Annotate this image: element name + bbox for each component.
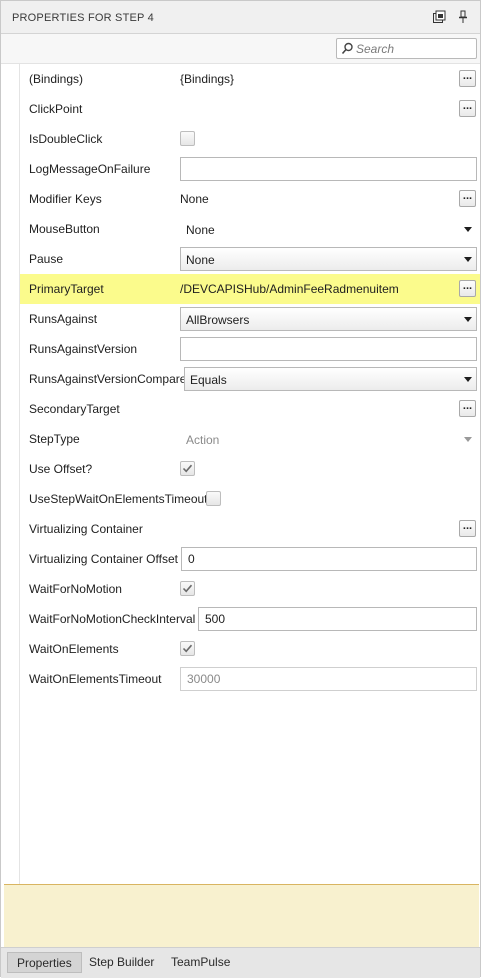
waitonelementstimeout-input[interactable] bbox=[180, 667, 477, 691]
property-row-secondarytarget: SecondaryTarget ... bbox=[20, 394, 480, 424]
property-row-mousebutton: MouseButton None bbox=[20, 214, 480, 244]
property-label: UseStepWaitOnElementsTimeout bbox=[29, 492, 208, 506]
chevron-down-icon bbox=[464, 377, 472, 382]
tab-teampulse[interactable]: TeamPulse bbox=[162, 952, 239, 973]
property-value: {Bindings} bbox=[180, 72, 235, 86]
search-input[interactable] bbox=[356, 40, 474, 57]
property-label: Use Offset? bbox=[29, 462, 93, 476]
logmessageonfailure-input[interactable] bbox=[180, 157, 477, 181]
dropdown-value: Equals bbox=[190, 373, 227, 387]
ellipsis-button[interactable]: ... bbox=[459, 70, 476, 87]
property-label: RunsAgainstVersion bbox=[29, 342, 138, 356]
property-label: MouseButton bbox=[29, 222, 100, 236]
runsagainstversioncompare-dropdown[interactable]: Equals bbox=[184, 367, 477, 391]
property-label: Pause bbox=[29, 252, 64, 266]
properties-panel: PROPERTIES FOR STEP 4 Search (Bindings) … bbox=[0, 0, 481, 978]
property-row-waitonelements: WaitOnElements bbox=[20, 634, 480, 664]
property-label: Virtualizing Container Offset bbox=[29, 552, 178, 566]
property-row-runsagainstversion: RunsAgainstVersion bbox=[20, 334, 480, 364]
steptype-dropdown: Action bbox=[180, 427, 477, 451]
property-label: LogMessageOnFailure bbox=[29, 162, 151, 176]
property-row-bindings: (Bindings) {Bindings} ... bbox=[20, 64, 480, 94]
property-label: WaitOnElements bbox=[29, 642, 119, 656]
property-label: Virtualizing Container bbox=[29, 522, 143, 536]
property-row-virtualizingcontainer: Virtualizing Container ... bbox=[20, 514, 480, 544]
property-label: RunsAgainst bbox=[29, 312, 98, 326]
ellipsis-button[interactable]: ... bbox=[459, 520, 476, 537]
property-value: None bbox=[180, 192, 209, 206]
usestepwait-checkbox[interactable] bbox=[206, 491, 221, 506]
property-row-runsagainst: RunsAgainst AllBrowsers bbox=[20, 304, 480, 334]
property-row-virtualizingcontaineroffset: Virtualizing Container Offset bbox=[20, 544, 480, 574]
property-label: IsDoubleClick bbox=[29, 132, 103, 146]
tab-properties[interactable]: Properties bbox=[7, 952, 82, 973]
bottom-tab-bar: Properties Step Builder TeamPulse bbox=[1, 947, 480, 978]
property-label: StepType bbox=[29, 432, 80, 446]
checkmark-icon bbox=[182, 644, 193, 653]
waitonelements-checkbox[interactable] bbox=[180, 641, 195, 656]
tab-step-builder[interactable]: Step Builder bbox=[80, 952, 163, 973]
property-row-usestepwaitonelementstimeout: UseStepWaitOnElementsTimeout bbox=[20, 484, 480, 514]
property-row-waitonelementstimeout: WaitOnElementsTimeout bbox=[20, 664, 480, 694]
useoffset-checkbox[interactable] bbox=[180, 461, 195, 476]
runsagainst-dropdown[interactable]: AllBrowsers bbox=[180, 307, 477, 331]
pin-icon[interactable] bbox=[456, 10, 470, 24]
isdoubleclick-checkbox[interactable] bbox=[180, 131, 195, 146]
ellipsis-button[interactable]: ... bbox=[459, 400, 476, 417]
runsagainstversion-input[interactable] bbox=[180, 337, 477, 361]
property-label: WaitForNoMotion bbox=[29, 582, 122, 596]
dropdown-value: None bbox=[186, 253, 215, 267]
property-row-isdoubleclick: IsDoubleClick bbox=[20, 124, 480, 154]
panel-title: PROPERTIES FOR STEP 4 bbox=[12, 12, 154, 24]
pause-dropdown[interactable]: None bbox=[180, 247, 477, 271]
waitfornomotioncheckinterval-input[interactable] bbox=[198, 607, 477, 631]
checkmark-icon bbox=[182, 584, 193, 593]
dropdown-value: None bbox=[186, 223, 215, 237]
ellipsis-button[interactable]: ... bbox=[459, 280, 476, 297]
chevron-down-icon bbox=[464, 317, 472, 322]
property-label: (Bindings) bbox=[29, 72, 84, 86]
property-row-primarytarget[interactable]: PrimaryTarget /DEVCAPISHub/AdminFeeRadme… bbox=[20, 274, 480, 304]
description-area bbox=[4, 884, 479, 947]
property-row-useoffset: Use Offset? bbox=[20, 454, 480, 484]
property-row-pause: Pause None bbox=[20, 244, 480, 274]
property-row-runsagainstversioncompare: RunsAgainstVersionCompare Equals bbox=[20, 364, 480, 394]
waitfornomotion-checkbox[interactable] bbox=[180, 581, 195, 596]
chevron-down-icon bbox=[464, 227, 472, 232]
dropdown-value: AllBrowsers bbox=[186, 313, 250, 327]
chevron-down-icon bbox=[464, 437, 472, 442]
mousebutton-dropdown[interactable]: None bbox=[180, 217, 477, 241]
property-label: Modifier Keys bbox=[29, 192, 102, 206]
virtualizingcontaineroffset-input[interactable] bbox=[181, 547, 477, 571]
ellipsis-button[interactable]: ... bbox=[459, 100, 476, 117]
ellipsis-button[interactable]: ... bbox=[459, 190, 476, 207]
property-label: SecondaryTarget bbox=[29, 402, 120, 416]
property-row-waitfornomotioncheckinterval: WaitForNoMotionCheckInterval bbox=[20, 604, 480, 634]
checkmark-icon bbox=[182, 464, 193, 473]
property-label: WaitOnElementsTimeout bbox=[29, 672, 162, 686]
property-value: /DEVCAPISHub/AdminFeeRadmenuitem bbox=[180, 282, 399, 296]
dropdown-value: Action bbox=[186, 433, 220, 447]
property-label: ClickPoint bbox=[29, 102, 83, 116]
search-bar bbox=[1, 34, 480, 64]
property-row-modifierkeys: Modifier Keys None ... bbox=[20, 184, 480, 214]
property-label: PrimaryTarget bbox=[29, 282, 104, 296]
search-box[interactable] bbox=[336, 38, 477, 59]
property-row-waitfornomotion: WaitForNoMotion bbox=[20, 574, 480, 604]
panel-titlebar: PROPERTIES FOR STEP 4 bbox=[1, 1, 480, 34]
restore-window-icon[interactable] bbox=[432, 10, 446, 24]
property-label: WaitForNoMotionCheckInterval bbox=[29, 612, 196, 626]
property-row-logmessageonfailure: LogMessageOnFailure bbox=[20, 154, 480, 184]
property-row-steptype: StepType Action bbox=[20, 424, 480, 454]
chevron-down-icon bbox=[464, 257, 472, 262]
search-icon bbox=[341, 42, 354, 55]
property-row-clickpoint: ClickPoint ... bbox=[20, 94, 480, 124]
property-label: RunsAgainstVersionCompare bbox=[29, 372, 187, 386]
